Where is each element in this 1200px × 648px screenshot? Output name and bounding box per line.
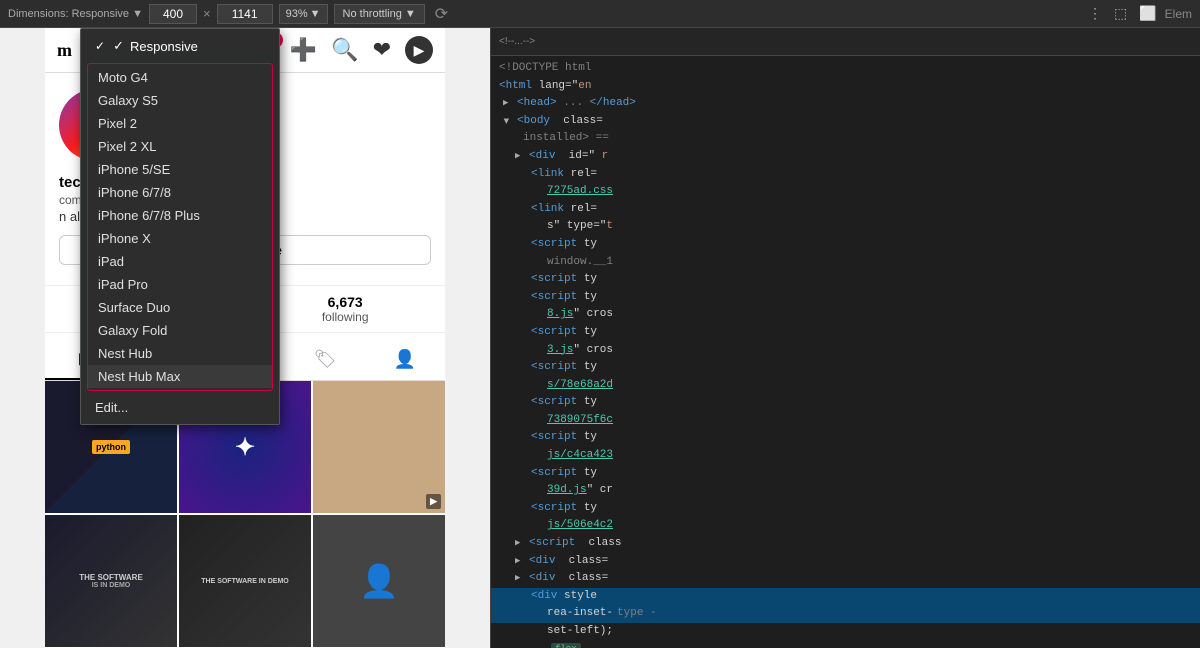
code-line-4: <body class= <box>491 113 1200 131</box>
ig-logo: m <box>57 40 72 61</box>
dimensions-label[interactable]: Dimensions: Responsive ▼ <box>8 8 143 20</box>
ig-tab-tagged[interactable]: 🏷 <box>285 341 365 380</box>
code-line-13: <script ty <box>491 271 1200 289</box>
main-area: ✓ Responsive Moto G4 Galaxy S5 Pixel 2 P… <box>0 28 1200 648</box>
code-line-30: <div class= <box>491 570 1200 588</box>
code-line-19: s/78e68a2d <box>491 377 1200 395</box>
grid-item-5[interactable]: THE SOFTWARE IN DEMO <box>179 515 311 647</box>
dropdown-item-iphone-678-plus[interactable]: iPhone 6/7/8 Plus <box>88 204 272 227</box>
flex-badge: flex <box>551 643 581 648</box>
dropdown-item-pixel-2[interactable]: Pixel 2 <box>88 112 272 135</box>
code-line-12: window.__1 <box>491 254 1200 272</box>
device-group: Moto G4 Galaxy S5 Pixel 2 Pixel 2 XL iPh… <box>87 63 273 391</box>
dropdown-item-iphone-x[interactable]: iPhone X <box>88 227 272 250</box>
code-line-15: 8.js " cros <box>491 306 1200 324</box>
code-line-1: <!DOCTYPE html <box>491 60 1200 78</box>
toolbar-end-icons: ⋮ ⬚ ⬜ Elem <box>1084 3 1192 24</box>
ig-add-icon[interactable]: ➕ <box>290 37 317 63</box>
type-label: type - <box>617 605 657 623</box>
grid-item-3[interactable]: ▶ <box>313 381 445 513</box>
code-line-22: <script ty <box>491 429 1200 447</box>
code-line-27: js/506e4c2 <box>491 517 1200 535</box>
code-line-11: <script ty <box>491 236 1200 254</box>
grid-item-4[interactable]: THE SOFTWARE IS IN DEMO <box>45 515 177 647</box>
code-line-25: 39d.js " cr <box>491 482 1200 500</box>
dropdown-item-galaxy-s5[interactable]: Galaxy S5 <box>88 89 272 112</box>
panel-toolbar: <!--...--> <box>491 28 1200 56</box>
code-line-14: <script ty <box>491 289 1200 307</box>
code-line-18: <script ty <box>491 359 1200 377</box>
more-options-button[interactable]: ⋮ <box>1084 3 1106 24</box>
height-input[interactable] <box>217 4 273 24</box>
code-line-5: installed> == <box>491 130 1200 148</box>
dropdown-item-surface-duo[interactable]: Surface Duo <box>88 296 272 319</box>
dropdown-item-galaxy-fold[interactable]: Galaxy Fold <box>88 319 272 342</box>
code-line-20: <script ty <box>491 394 1200 412</box>
code-line-7: <link rel= <box>491 166 1200 184</box>
code-line-10: s" type=" t <box>491 218 1200 236</box>
toggle-button[interactable]: ⬜ <box>1135 3 1160 24</box>
dropdown-item-iphone-5se[interactable]: iPhone 5/SE <box>88 158 272 181</box>
dropdown-item-nest-hub[interactable]: Nest Hub <box>88 342 272 365</box>
dropdown-item-responsive[interactable]: ✓ Responsive <box>81 33 279 59</box>
dropdown-item-iphone-678[interactable]: iPhone 6/7/8 <box>88 181 272 204</box>
code-viewer: <!DOCTYPE html <html lang=" en <head> ..… <box>491 56 1200 648</box>
dropdown-item-moto-g4[interactable]: Moto G4 <box>88 66 272 89</box>
grid-item-6[interactable]: 👤 <box>313 515 445 647</box>
code-line-26: <script ty <box>491 500 1200 518</box>
ig-like-icon[interactable]: ❤ <box>373 37 391 63</box>
dropdown-item-nest-hub-max[interactable]: Nest Hub Max <box>88 365 272 388</box>
code-line-23: js/c4ca423 <box>491 447 1200 465</box>
code-line-32: rea-inset- type - <box>491 605 1200 623</box>
dropdown-item-edit[interactable]: Edit... <box>81 395 279 420</box>
cursor-button[interactable]: ⬚ <box>1110 3 1131 24</box>
throttle-button[interactable]: No throttling ▼ <box>334 4 425 24</box>
mobile-preview-area: ✓ Responsive Moto G4 Galaxy S5 Pixel 2 P… <box>0 28 490 648</box>
dropdown-item-ipad[interactable]: iPad <box>88 250 272 273</box>
code-line-9: <link rel= <box>491 201 1200 219</box>
code-line-8: 7275ad.css <box>491 183 1200 201</box>
panel-toolbar-text: <!--...--> <box>499 36 535 47</box>
code-line-16: <script ty <box>491 324 1200 342</box>
code-line-28: <script class <box>491 535 1200 553</box>
ig-following-label: following <box>322 310 369 324</box>
code-line-17: 3.js " cros <box>491 342 1200 360</box>
code-line-21: 7389075f6c <box>491 412 1200 430</box>
ig-explore-icon[interactable]: 🔍 <box>331 37 358 63</box>
device-dropdown-menu: ✓ Responsive Moto G4 Galaxy S5 Pixel 2 P… <box>80 28 280 425</box>
dim-separator: × <box>203 6 211 21</box>
code-line-24: <script ty <box>491 465 1200 483</box>
code-line-31: <div style <box>491 588 1200 606</box>
code-line-6: <div id=" r <box>491 148 1200 166</box>
devtools-toolbar: Dimensions: Responsive ▼ × 93% ▼ No thro… <box>0 0 1200 28</box>
code-line-3: <head> ... </head> <box>491 95 1200 113</box>
zoom-button[interactable]: 93% ▼ <box>279 4 328 24</box>
ig-tab-person[interactable]: 👤 <box>365 341 445 380</box>
dropdown-item-pixel-2-xl[interactable]: Pixel 2 XL <box>88 135 272 158</box>
code-line-34: flex <box>491 641 1200 648</box>
code-line-2: <html lang=" en <box>491 78 1200 96</box>
code-line-29: <div class= <box>491 553 1200 571</box>
elem-label: Elem <box>1165 7 1192 21</box>
rotate-icon[interactable]: ⟳ <box>435 4 448 24</box>
dropdown-item-ipad-pro[interactable]: iPad Pro <box>88 273 272 296</box>
ig-following-item: 6,673 following <box>322 294 369 324</box>
devtools-panel: <!--...--> <!DOCTYPE html <html lang=" e… <box>490 28 1200 648</box>
code-line-33: set-left); <box>491 623 1200 641</box>
width-input[interactable] <box>149 4 197 24</box>
ig-following-count: 6,673 <box>322 294 369 310</box>
ig-reel-icon[interactable]: ▶ <box>405 36 433 64</box>
